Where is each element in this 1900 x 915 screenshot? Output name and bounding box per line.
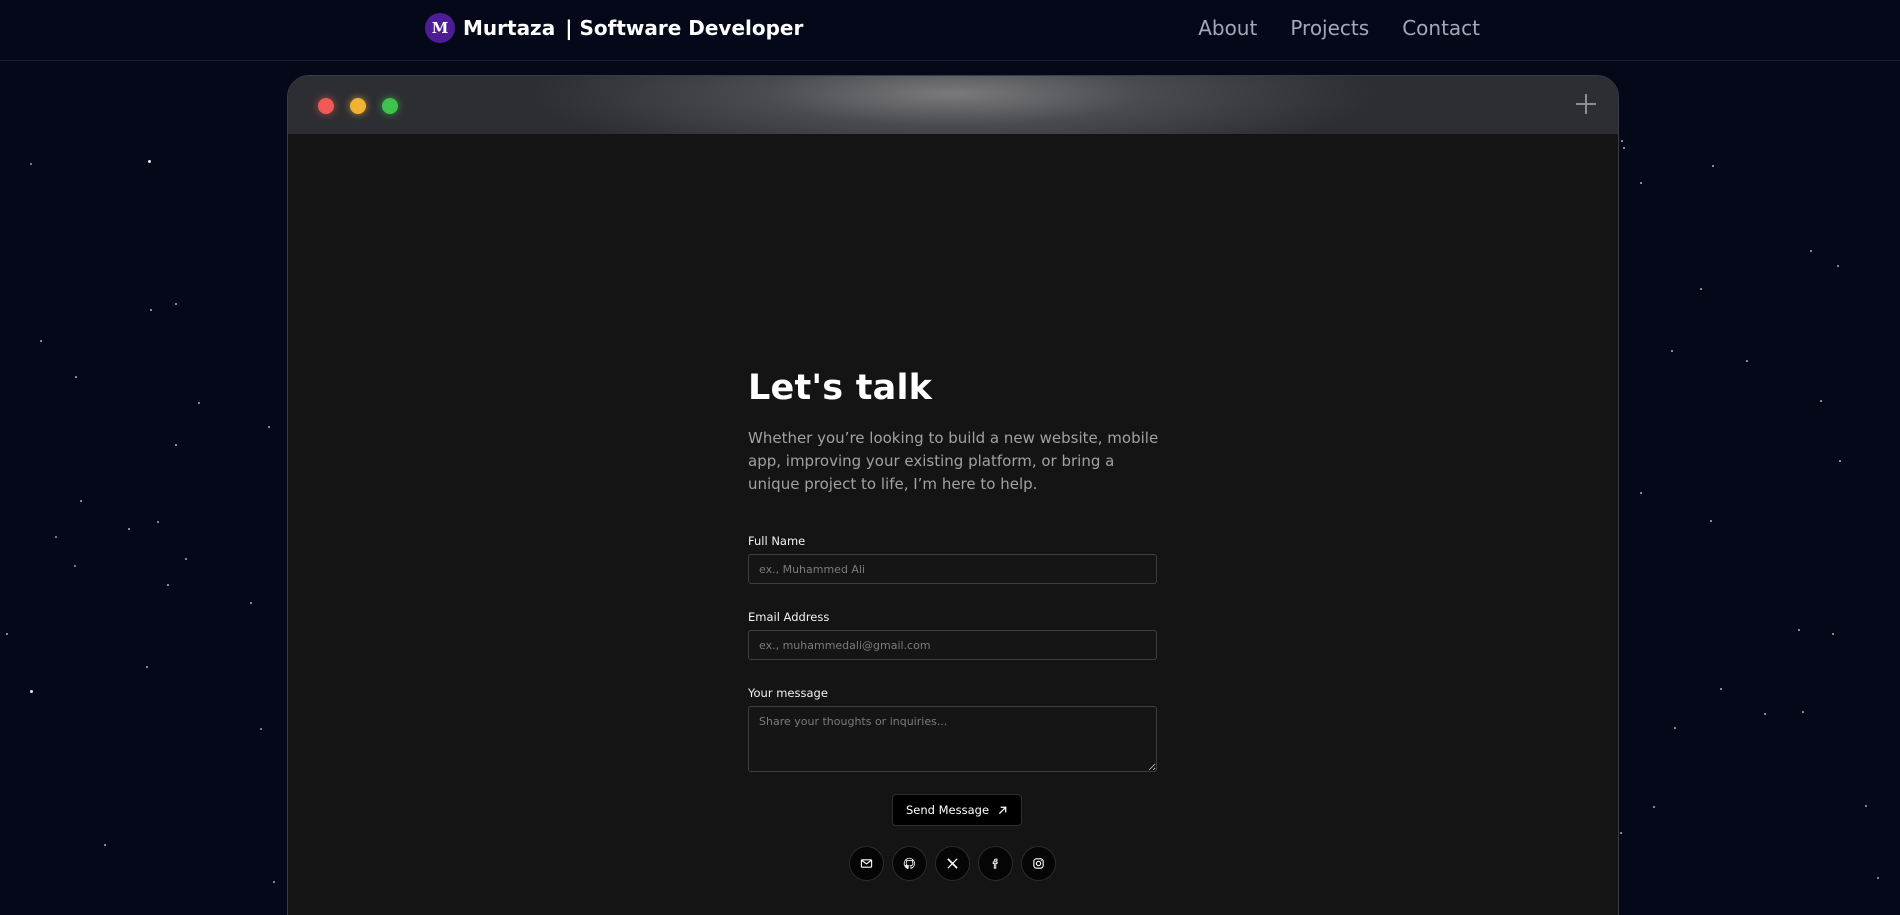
star-dot [185, 558, 187, 560]
send-message-button[interactable]: Send Message [892, 794, 1023, 826]
star-dot [175, 303, 177, 305]
star-dot [55, 536, 57, 538]
star-dot [6, 633, 8, 635]
contact-section: Let's talk Whether you’re looking to bui… [748, 368, 1158, 881]
star-dot [80, 500, 82, 502]
full-name-input[interactable] [748, 554, 1157, 584]
email-input[interactable] [748, 630, 1157, 660]
star-dot [1674, 727, 1676, 729]
github-icon [903, 857, 915, 870]
full-name-label: Full Name [748, 534, 806, 548]
star-dot [30, 690, 33, 693]
star-dot [175, 444, 177, 446]
star-dot [1877, 877, 1879, 879]
star-dot [74, 565, 76, 567]
contact-subtitle: Whether you’re looking to build a new we… [748, 429, 1159, 493]
facebook-icon [992, 858, 998, 869]
x-icon [947, 858, 958, 869]
star-dot [1620, 832, 1622, 834]
star-dot [1710, 520, 1712, 522]
star-dot [250, 602, 252, 604]
plus-icon[interactable] [1574, 92, 1598, 116]
star-dot [268, 426, 270, 428]
star-dot [1746, 360, 1748, 362]
brand-name: Murtaza [463, 16, 556, 40]
star-dot [104, 844, 106, 846]
star-dot [1820, 400, 1822, 402]
contact-title: Let's talk [748, 368, 933, 408]
brand-home-link[interactable]: M Murtaza | Software Developer [425, 13, 803, 43]
star-dot [128, 528, 130, 530]
star-dot [30, 163, 32, 165]
send-message-label: Send Message [906, 803, 990, 817]
star-dot [260, 728, 262, 730]
instagram-social-button[interactable] [1021, 846, 1056, 881]
arrow-up-right-icon [998, 806, 1007, 814]
nav-links: About Projects Contact [1198, 16, 1480, 40]
star-dot [1839, 460, 1841, 462]
star-dot [1810, 250, 1812, 252]
nav-link-contact[interactable]: Contact [1402, 16, 1480, 40]
social-links [849, 846, 1158, 881]
star-dot [198, 402, 200, 404]
minimize-window-dot[interactable] [350, 98, 366, 114]
facebook-social-button[interactable] [978, 846, 1013, 881]
star-dot [40, 340, 42, 342]
star-dot [1832, 633, 1834, 635]
maximize-window-dot[interactable] [382, 98, 398, 114]
star-dot [1621, 140, 1623, 142]
email-social-button[interactable] [849, 846, 884, 881]
star-dot [1802, 711, 1804, 713]
star-dot [1623, 147, 1625, 149]
instagram-icon [1033, 858, 1044, 869]
star-dot [1700, 288, 1702, 290]
star-dot [1640, 182, 1642, 184]
browser-window-frame: Let's talk Whether you’re looking to bui… [287, 75, 1619, 915]
star-dot [146, 666, 148, 668]
star-dot [167, 584, 169, 586]
star-dot [1640, 492, 1642, 494]
page: M Murtaza | Software Developer About Pro… [0, 0, 1900, 915]
message-textarea[interactable] [748, 706, 1157, 772]
star-dot [157, 521, 159, 523]
star-dot [148, 160, 151, 163]
star-dot [273, 881, 275, 883]
top-navbar: M Murtaza | Software Developer About Pro… [0, 0, 1900, 61]
brand-logo: M [425, 13, 455, 43]
x-social-button[interactable] [935, 846, 970, 881]
email-label: Email Address [748, 610, 830, 624]
nav-link-projects[interactable]: Projects [1290, 16, 1369, 40]
star-dot [1712, 165, 1714, 167]
browser-title-bar [288, 76, 1618, 134]
star-dot [1798, 629, 1800, 631]
github-social-button[interactable] [892, 846, 927, 881]
star-dot [1653, 806, 1655, 808]
star-dot [1764, 713, 1766, 715]
star-dot [150, 309, 152, 311]
star-dot [1671, 350, 1673, 352]
star-dot [75, 376, 77, 378]
nav-link-about[interactable]: About [1198, 16, 1257, 40]
mail-icon [860, 859, 873, 868]
star-dot [1837, 265, 1839, 267]
send-button-wrap: Send Message [748, 794, 1158, 826]
message-label: Your message [748, 686, 828, 700]
star-dot [1720, 688, 1722, 690]
close-window-dot[interactable] [318, 98, 334, 114]
brand-tagline: | Software Developer [565, 16, 804, 40]
star-dot [1865, 805, 1867, 807]
